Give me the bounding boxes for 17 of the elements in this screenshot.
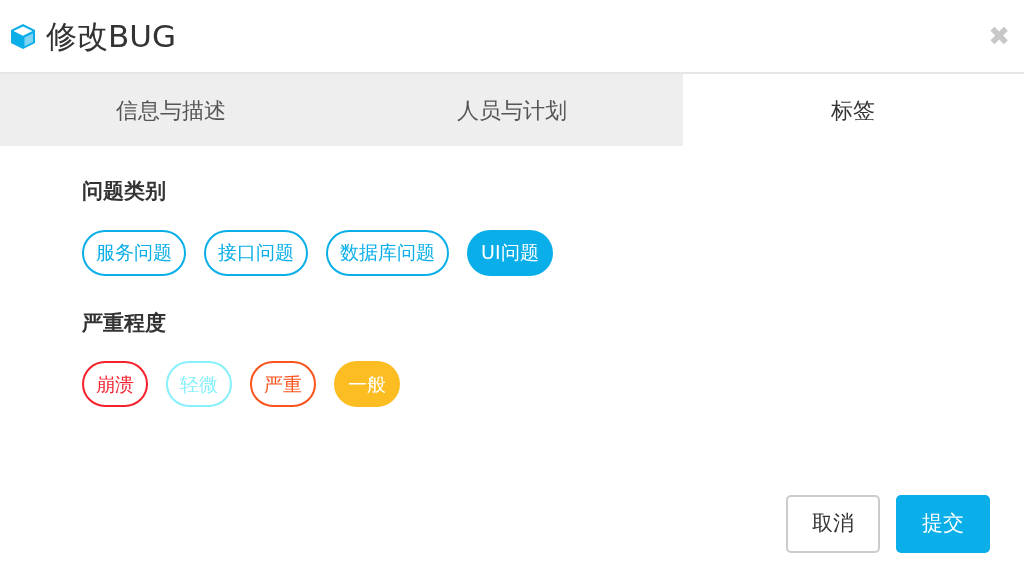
tag-button[interactable]: 一般 bbox=[334, 361, 400, 407]
tag-button[interactable]: UI问题 bbox=[467, 229, 553, 276]
tab[interactable]: 人员与计划 bbox=[341, 74, 683, 146]
tag-button[interactable]: 接口问题 bbox=[204, 229, 308, 276]
cancel-button[interactable]: 取消 bbox=[786, 495, 880, 553]
cube-icon bbox=[8, 21, 38, 51]
tab[interactable]: 信息与描述 bbox=[0, 74, 342, 146]
submit-button[interactable]: 提交 bbox=[896, 495, 990, 553]
group-heading: 严重程度 bbox=[82, 309, 167, 337]
tag-button[interactable]: 服务问题 bbox=[82, 229, 186, 276]
window-title: 修改BUG bbox=[46, 16, 176, 56]
tag-button[interactable]: 轻微 bbox=[166, 361, 232, 407]
tag-button[interactable]: 严重 bbox=[250, 361, 316, 407]
tag-button[interactable]: 崩溃 bbox=[82, 361, 148, 407]
close-button[interactable]: ✖ bbox=[988, 23, 1010, 49]
group-heading: 问题类别 bbox=[82, 178, 167, 205]
tag-button[interactable]: 数据库问题 bbox=[326, 229, 449, 276]
